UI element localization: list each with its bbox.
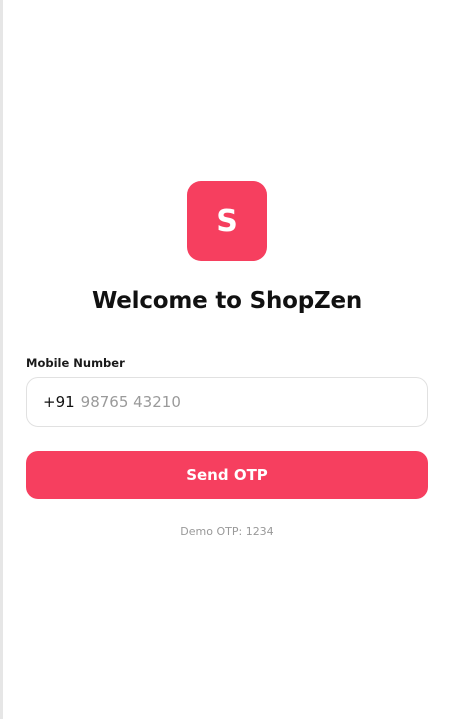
app-logo: S bbox=[187, 181, 267, 261]
country-code-prefix: +91 bbox=[43, 393, 75, 411]
mobile-number-field[interactable]: +91 bbox=[26, 377, 428, 427]
mobile-number-input[interactable] bbox=[80, 393, 381, 411]
demo-otp-hint: Demo OTP: 1234 bbox=[180, 525, 274, 538]
page-title: Welcome to ShopZen bbox=[91, 288, 363, 314]
send-otp-button[interactable]: Send OTP bbox=[26, 451, 428, 499]
mobile-number-label: Mobile Number bbox=[26, 356, 125, 370]
login-screen: S Welcome to ShopZen Mobile Number +91 S… bbox=[0, 0, 451, 719]
app-logo-letter: S bbox=[216, 203, 238, 239]
